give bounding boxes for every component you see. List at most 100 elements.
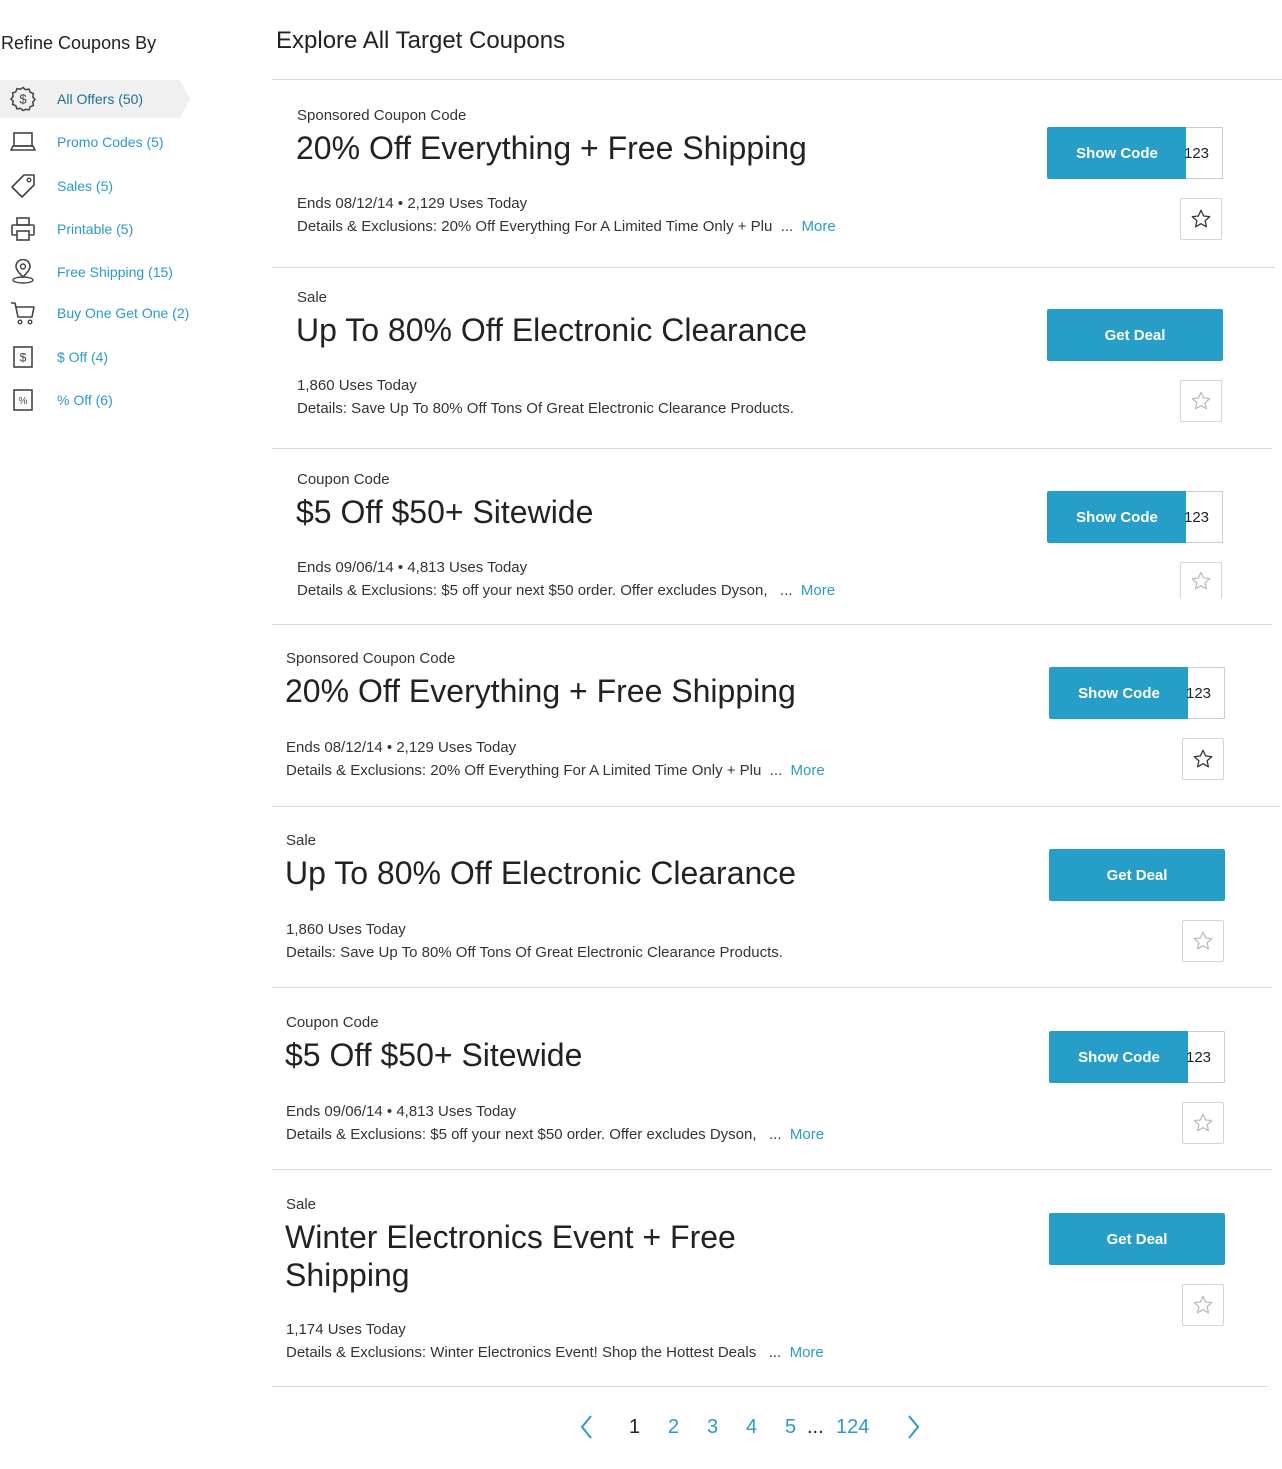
coupon-title[interactable]: $5 Off $50+ Sitewide bbox=[285, 1036, 845, 1074]
filter-free-shipping[interactable]: Free Shipping (15) bbox=[0, 253, 190, 291]
favorite-button[interactable] bbox=[1182, 920, 1224, 962]
divider bbox=[272, 448, 1272, 449]
filter-bogo[interactable]: Buy One Get One (2) bbox=[0, 294, 190, 332]
details-text: Details & Exclusions: Winter Electronics… bbox=[286, 1344, 757, 1361]
get-deal-button[interactable]: Get Deal bbox=[1047, 309, 1223, 361]
show-code-button[interactable]: Show Code 123 bbox=[1047, 491, 1223, 543]
coupon-meta: 1,860 Uses Today bbox=[286, 921, 406, 938]
dollar-box-icon: $ bbox=[10, 344, 36, 370]
favorite-button[interactable] bbox=[1180, 380, 1222, 422]
cart-icon bbox=[10, 300, 36, 326]
coupon-meta: Ends 08/12/14 • 2,129 Uses Today bbox=[297, 195, 528, 212]
details-text: Details & Exclusions: 20% Off Everything… bbox=[286, 762, 762, 779]
page-5[interactable]: 5 bbox=[785, 1416, 796, 1439]
filter-label: % Off (6) bbox=[57, 392, 113, 408]
code-peek: 123 bbox=[1184, 127, 1223, 179]
coupon-meta: Ends 09/06/14 • 4,813 Uses Today bbox=[286, 1103, 517, 1120]
coupon-type: Coupon Code bbox=[286, 1014, 379, 1031]
favorite-button[interactable] bbox=[1182, 1284, 1224, 1326]
more-link[interactable]: More bbox=[791, 762, 825, 779]
coupon-title[interactable]: 20% Off Everything + Free Shipping bbox=[285, 672, 845, 710]
coupon-meta: 1,174 Uses Today bbox=[286, 1321, 406, 1338]
button-label: Show Code bbox=[1078, 684, 1160, 702]
favorite-button[interactable] bbox=[1180, 198, 1222, 240]
page-ellipsis: ... bbox=[807, 1416, 824, 1438]
favorite-button[interactable] bbox=[1182, 1102, 1224, 1144]
code-peek: 123 bbox=[1186, 667, 1225, 719]
star-icon bbox=[1193, 1113, 1213, 1132]
ellipsis: ... bbox=[768, 1344, 782, 1361]
coupon-details: Details & Exclusions: Winter Electronics… bbox=[286, 1344, 824, 1361]
filter-label: Free Shipping (15) bbox=[57, 264, 173, 280]
code-peek: 123 bbox=[1184, 491, 1223, 543]
star-icon bbox=[1191, 571, 1211, 590]
favorite-button[interactable] bbox=[1182, 738, 1224, 780]
button-label: Show Code bbox=[1076, 144, 1158, 162]
page-4[interactable]: 4 bbox=[746, 1416, 757, 1439]
page-title: Explore All Target Coupons bbox=[276, 27, 566, 54]
ellipsis: ... bbox=[780, 582, 793, 599]
tag-icon bbox=[10, 173, 36, 199]
prev-page-button[interactable] bbox=[578, 1414, 596, 1446]
dollar-badge-icon: $ bbox=[10, 86, 36, 112]
divider bbox=[272, 79, 1282, 80]
svg-text:%: % bbox=[19, 396, 28, 407]
svg-text:$: $ bbox=[20, 351, 27, 365]
coupon-meta: Ends 08/12/14 • 2,129 Uses Today bbox=[286, 739, 517, 756]
coupon-type: Coupon Code bbox=[297, 471, 390, 488]
ellipsis: ... bbox=[769, 762, 783, 779]
star-icon bbox=[1193, 1295, 1213, 1314]
page-3[interactable]: 3 bbox=[707, 1416, 718, 1439]
divider bbox=[272, 1169, 1272, 1170]
button-label: Get Deal bbox=[1104, 326, 1166, 344]
filter-promo-codes[interactable]: Promo Codes (5) bbox=[0, 123, 190, 161]
more-link[interactable]: More bbox=[801, 582, 835, 599]
coupon-type: Sale bbox=[286, 832, 317, 849]
filter-dollar-off[interactable]: $ $ Off (4) bbox=[0, 338, 190, 376]
ellipsis: ... bbox=[769, 1126, 782, 1143]
divider bbox=[272, 806, 1280, 807]
coupon-type: Sponsored Coupon Code bbox=[286, 650, 456, 667]
ellipsis: ... bbox=[780, 218, 794, 235]
divider bbox=[272, 267, 1275, 268]
star-icon bbox=[1191, 391, 1211, 410]
filter-sales[interactable]: Sales (5) bbox=[0, 167, 190, 205]
coupon-details: Details: Save Up To 80% Off Tons Of Grea… bbox=[286, 944, 783, 961]
filter-all-offers[interactable]: $ All Offers (50) bbox=[0, 80, 190, 118]
sidebar-title: Refine Coupons By bbox=[1, 33, 157, 53]
get-deal-button[interactable]: Get Deal bbox=[1049, 1213, 1225, 1265]
coupon-type: Sale bbox=[286, 1196, 317, 1213]
chevron-right-icon bbox=[908, 1415, 920, 1439]
page-1[interactable]: 1 bbox=[629, 1416, 640, 1439]
button-label: Get Deal bbox=[1106, 866, 1168, 884]
more-link[interactable]: More bbox=[802, 218, 836, 235]
coupon-title[interactable]: $5 Off $50+ Sitewide bbox=[296, 493, 856, 531]
button-label: Get Deal bbox=[1106, 1230, 1168, 1248]
coupon-type: Sponsored Coupon Code bbox=[297, 107, 467, 124]
more-link[interactable]: More bbox=[790, 1344, 824, 1361]
filter-label: Printable (5) bbox=[57, 221, 134, 237]
chevron-left-icon bbox=[580, 1415, 592, 1439]
more-link[interactable]: More bbox=[790, 1126, 824, 1143]
coupon-title[interactable]: Winter Electronics Event + Free Shipping bbox=[285, 1218, 785, 1294]
show-code-button[interactable]: Show Code 123 bbox=[1049, 1031, 1225, 1083]
page-2[interactable]: 2 bbox=[668, 1416, 679, 1439]
coupon-title[interactable]: 20% Off Everything + Free Shipping bbox=[296, 129, 856, 167]
divider bbox=[272, 624, 1272, 625]
next-page-button[interactable] bbox=[904, 1414, 922, 1446]
filter-label: Buy One Get One (2) bbox=[57, 305, 190, 321]
star-icon bbox=[1193, 749, 1213, 768]
star-icon bbox=[1191, 209, 1211, 228]
filter-label: $ Off (4) bbox=[57, 349, 109, 365]
get-deal-button[interactable]: Get Deal bbox=[1049, 849, 1225, 901]
coupon-details: Details & Exclusions: $5 off your next $… bbox=[286, 1126, 824, 1143]
filter-percent-off[interactable]: % % Off (6) bbox=[0, 381, 190, 419]
show-code-button[interactable]: Show Code 123 bbox=[1047, 127, 1223, 179]
favorite-button[interactable] bbox=[1180, 562, 1222, 599]
filter-printable[interactable]: Printable (5) bbox=[0, 210, 190, 248]
button-label: Show Code bbox=[1078, 1048, 1160, 1066]
show-code-button[interactable]: Show Code 123 bbox=[1049, 667, 1225, 719]
coupon-title[interactable]: Up To 80% Off Electronic Clearance bbox=[285, 854, 845, 892]
page-last[interactable]: 124 bbox=[836, 1416, 869, 1439]
coupon-title[interactable]: Up To 80% Off Electronic Clearance bbox=[296, 311, 856, 349]
